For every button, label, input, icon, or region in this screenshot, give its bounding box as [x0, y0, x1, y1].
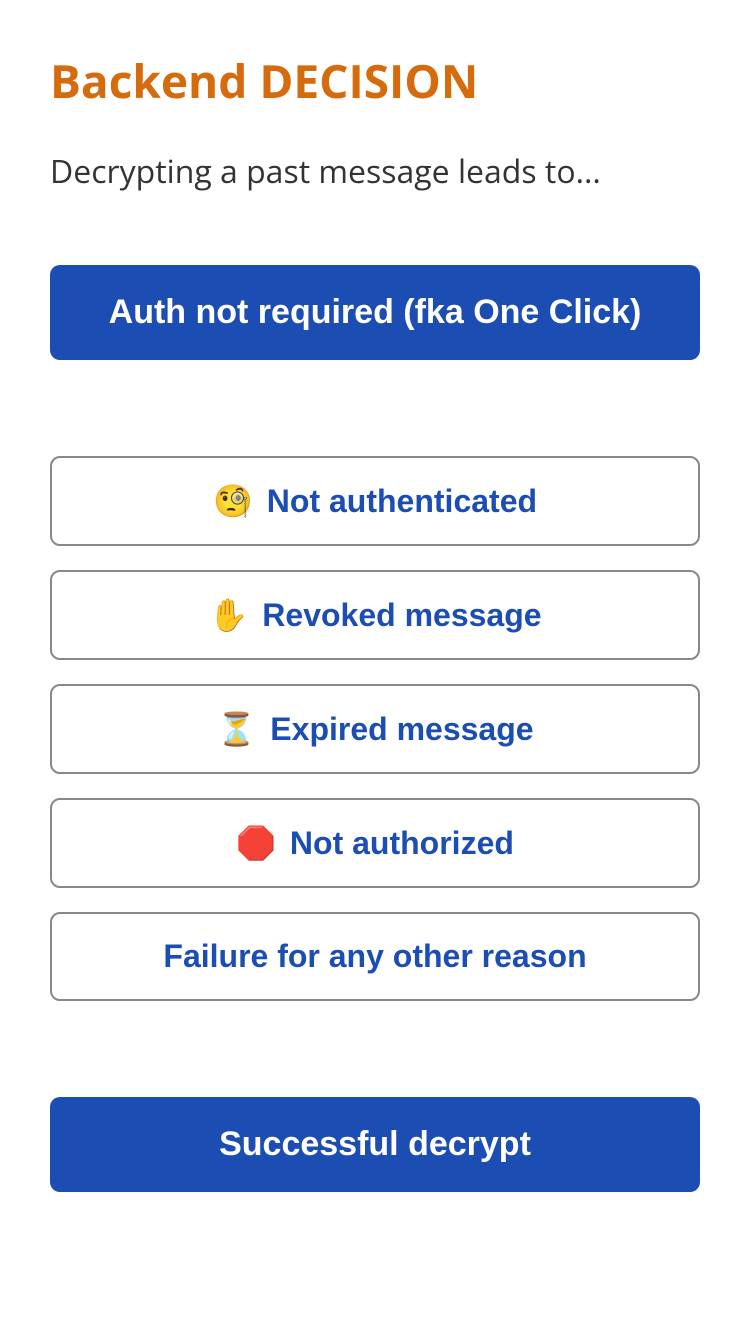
not-authenticated-button[interactable]: 🧐 Not authenticated	[50, 456, 700, 546]
hourglass-icon: ⏳	[216, 710, 256, 748]
spacer	[50, 360, 700, 456]
successful-decrypt-button[interactable]: Successful decrypt	[50, 1097, 700, 1192]
spacer	[50, 774, 700, 798]
page-title: Backend DECISION	[50, 50, 700, 112]
option-label: Failure for any other reason	[163, 938, 586, 975]
face-icon: 🧐	[213, 482, 253, 520]
expired-message-button[interactable]: ⏳ Expired message	[50, 684, 700, 774]
option-label: Not authenticated	[267, 483, 537, 520]
option-label: Revoked message	[262, 597, 541, 634]
spacer	[50, 888, 700, 912]
hand-icon: ✋	[208, 596, 248, 634]
stop-icon: 🛑	[236, 824, 276, 862]
failure-other-button[interactable]: Failure for any other reason	[50, 912, 700, 1001]
not-authorized-button[interactable]: 🛑 Not authorized	[50, 798, 700, 888]
revoked-message-button[interactable]: ✋ Revoked message	[50, 570, 700, 660]
auth-not-required-button[interactable]: Auth not required (fka One Click)	[50, 265, 700, 360]
option-label: Not authorized	[290, 825, 514, 862]
option-label: Expired message	[270, 711, 533, 748]
spacer	[50, 660, 700, 684]
spacer	[50, 546, 700, 570]
page-subtitle: Decrypting a past message leads to...	[50, 150, 700, 193]
spacer	[50, 1001, 700, 1097]
